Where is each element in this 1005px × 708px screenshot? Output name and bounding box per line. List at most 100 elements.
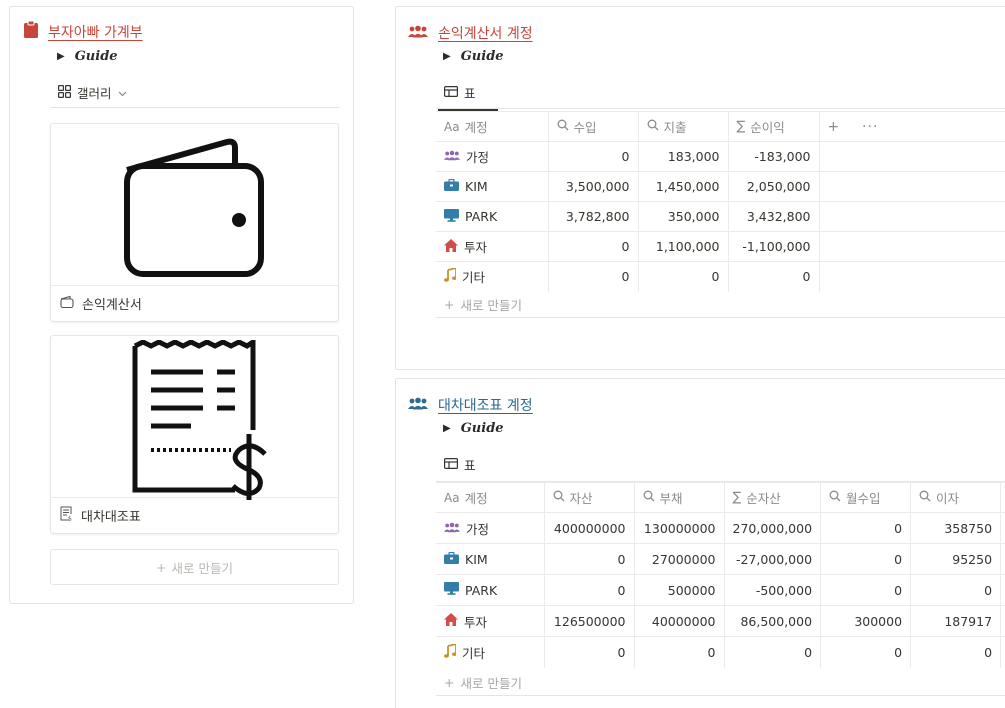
monitor-icon <box>444 582 459 598</box>
empty-cell <box>819 261 1005 292</box>
tab-table-view[interactable]: 표 <box>438 455 498 483</box>
row-title-cell[interactable]: KIM <box>436 171 549 202</box>
new-card-button[interactable]: + 새로 만들기 <box>50 549 339 585</box>
table-cell[interactable]: 0 <box>638 261 729 292</box>
row-title-cell[interactable]: 가정 <box>436 512 545 544</box>
table-cell[interactable]: 358750 <box>910 512 1002 544</box>
column-header[interactable]: Aa 계정 <box>436 111 549 142</box>
column-header[interactable]: 이자 <box>910 482 1002 513</box>
page-link-title[interactable]: 부자아빠 가계부 <box>24 20 143 42</box>
column-header[interactable]: 자산 <box>544 482 635 513</box>
table-cell[interactable]: 187917 <box>910 605 1002 637</box>
table-cell[interactable]: 0 <box>820 574 912 606</box>
table-row[interactable]: 가정 400000000 130000000 270,000,000 0 358750 <box>436 512 1005 544</box>
table-row[interactable]: 투자 0 1,100,000 -1,100,000 <box>436 231 1005 262</box>
table-title[interactable]: 손익계산서 계정 <box>438 23 533 43</box>
text-type-icon: Aa <box>444 490 460 505</box>
column-header[interactable]: Aa 계정 <box>436 482 545 513</box>
row-title-cell[interactable]: 가정 <box>436 141 549 172</box>
table-cell[interactable]: 350,000 <box>638 201 729 232</box>
table-link-title[interactable]: 대차대조표 계정 <box>408 395 533 415</box>
row-title-cell[interactable]: 투자 <box>436 231 549 262</box>
page-title[interactable]: 부자아빠 가계부 <box>48 22 143 42</box>
table-row[interactable]: 투자 126500000 40000000 86,500,000 300000 18791… <box>436 605 1005 637</box>
row-title-cell[interactable]: 투자 <box>436 605 545 637</box>
table-cell[interactable]: 0 <box>724 636 822 668</box>
table-row[interactable]: 기타 0 0 0 0 0 <box>436 636 1005 668</box>
table-cell[interactable]: 0 <box>544 543 635 575</box>
table-cell[interactable]: 86,500,000 <box>724 605 822 637</box>
table-cell[interactable]: 270,000,000 <box>724 512 822 544</box>
table-row[interactable]: 가정 0 183,000 -183,000 <box>436 141 1005 172</box>
table-cell[interactable]: 0 <box>544 574 635 606</box>
row-name: 기타 <box>462 270 486 286</box>
column-header[interactable]: ∑ 순이익 <box>728 111 820 142</box>
row-title-cell[interactable]: PARK <box>436 574 545 606</box>
table-cell[interactable]: 0 <box>910 636 1002 668</box>
table-cell[interactable]: 27000000 <box>634 543 725 575</box>
table-cell[interactable]: 400000000 <box>544 512 635 544</box>
new-row-button[interactable]: + 새로 만들기 <box>444 673 522 692</box>
table-cell[interactable]: 0 <box>548 231 639 262</box>
table-cell[interactable]: 3,782,800 <box>548 201 639 232</box>
table-row[interactable]: KIM 3,500,000 1,450,000 2,050,000 <box>436 171 1005 202</box>
table-cell[interactable]: 0 <box>820 543 912 575</box>
table-cell[interactable]: 95250 <box>910 543 1002 575</box>
guide-toggle[interactable]: ▶ Guide <box>443 49 504 64</box>
table-cell[interactable]: 183,000 <box>638 141 729 172</box>
table-title[interactable]: 대차대조표 계정 <box>438 395 533 415</box>
toggle-triangle-icon[interactable]: ▶ <box>57 51 65 62</box>
gallery-card-balance-sheet[interactable]: $ 대차대조표 <box>50 335 339 534</box>
table-cell[interactable]: 0 <box>910 574 1002 606</box>
table-cell[interactable]: 0 <box>634 636 725 668</box>
row-title-cell[interactable]: KIM <box>436 543 545 575</box>
view-selector[interactable]: 갤러리 <box>58 83 127 102</box>
tab-table-view[interactable]: 표 <box>438 83 498 111</box>
row-title-cell[interactable]: 기타 <box>436 261 549 292</box>
table-cell[interactable]: 1,450,000 <box>638 171 729 202</box>
table-row[interactable]: KIM 0 27000000 -27,000,000 0 95250 <box>436 543 1005 575</box>
gallery-panel: 부자아빠 가계부 ▶ Guide 갤러리 손익계산서 $ 대차대조표 + 새로 … <box>9 6 354 604</box>
table-cell[interactable]: 0 <box>820 512 912 544</box>
table-cell[interactable]: 2,050,000 <box>728 171 820 202</box>
table-cell[interactable]: 0 <box>548 261 639 292</box>
table-link-title[interactable]: 손익계산서 계정 <box>408 23 533 43</box>
people-icon <box>444 149 460 164</box>
table-cell[interactable]: 126500000 <box>544 605 635 637</box>
table-cell[interactable]: -183,000 <box>728 141 820 172</box>
column-header[interactable]: 수입 <box>548 111 639 142</box>
gallery-card-income-statement[interactable]: 손익계산서 <box>50 123 339 322</box>
add-column-icon[interactable]: + <box>828 119 841 135</box>
guide-toggle[interactable]: ▶ Guide <box>443 421 504 436</box>
table-row[interactable]: PARK 0 500000 -500,000 0 0 <box>436 574 1005 606</box>
toggle-triangle-icon[interactable]: ▶ <box>443 423 451 434</box>
table-cell[interactable]: -27,000,000 <box>724 543 822 575</box>
table-cell[interactable]: 3,432,800 <box>728 201 820 232</box>
toggle-triangle-icon[interactable]: ▶ <box>443 51 451 62</box>
table-cell[interactable]: 500000 <box>634 574 725 606</box>
guide-toggle[interactable]: ▶ Guide <box>57 49 118 64</box>
table-cell[interactable]: 0 <box>728 261 820 292</box>
table-cell[interactable]: -1,100,000 <box>728 231 820 262</box>
svg-text:$: $ <box>68 516 72 522</box>
table-row[interactable]: PARK 3,782,800 350,000 3,432,800 <box>436 201 1005 232</box>
new-row-button[interactable]: + 새로 만들기 <box>444 295 522 314</box>
column-header[interactable]: 지출 <box>638 111 729 142</box>
column-header[interactable]: ∑ 순자산 <box>724 482 822 513</box>
table-cell[interactable]: 130000000 <box>634 512 725 544</box>
table-cell[interactable]: 40000000 <box>634 605 725 637</box>
row-title-cell[interactable]: 기타 <box>436 636 545 668</box>
table-row[interactable]: 기타 0 0 0 <box>436 261 1005 292</box>
table-cell[interactable]: 3,500,000 <box>548 171 639 202</box>
row-title-cell[interactable]: PARK <box>436 201 549 232</box>
table-cell[interactable]: 300000 <box>820 605 912 637</box>
column-header[interactable]: 월수입 <box>820 482 912 513</box>
table-cell[interactable]: 1,100,000 <box>638 231 729 262</box>
table-cell[interactable]: -500,000 <box>724 574 822 606</box>
empty-cell <box>1000 512 1005 544</box>
column-header[interactable]: 부채 <box>634 482 725 513</box>
table-cell[interactable]: 0 <box>548 141 639 172</box>
more-options-icon[interactable]: ··· <box>862 119 878 135</box>
table-cell[interactable]: 0 <box>544 636 635 668</box>
table-cell[interactable]: 0 <box>820 636 912 668</box>
